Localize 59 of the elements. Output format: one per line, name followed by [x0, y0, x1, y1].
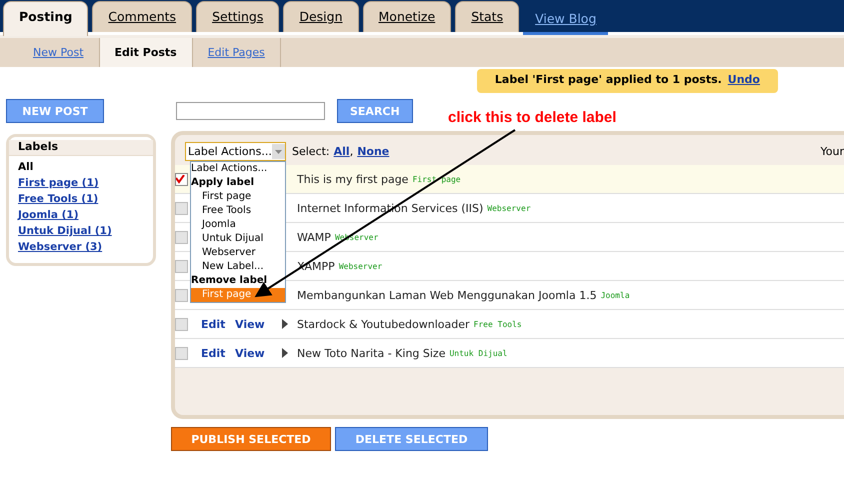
- checkbox[interactable]: [175, 172, 188, 186]
- annotation-text: click this to delete label: [448, 109, 616, 126]
- menu-item[interactable]: Joomla: [191, 218, 285, 232]
- view-link[interactable]: View: [235, 318, 265, 330]
- label-link[interactable]: Untuk Dijual (1): [18, 223, 144, 239]
- checkbox[interactable]: [175, 230, 188, 244]
- menu-group-header: Apply label: [191, 176, 256, 190]
- checkbox[interactable]: [175, 202, 188, 214]
- menu-item[interactable]: Label Actions...: [191, 162, 285, 176]
- subtab[interactable]: Edit Pages: [192, 38, 281, 67]
- undo-link[interactable]: Undo: [728, 73, 760, 89]
- select-none-link[interactable]: None: [357, 145, 390, 158]
- tab[interactable]: Posting: [3, 1, 88, 36]
- post-label: Free Tools: [474, 320, 522, 328]
- notice-text: Label 'First page' applied to 1 posts.: [494, 73, 722, 88]
- menu-group-header: Remove label: [191, 274, 268, 288]
- menu-item[interactable]: Untuk Dijual: [191, 232, 285, 246]
- menu-item[interactable]: Free Tools: [191, 204, 285, 218]
- labels-title: Labels: [9, 140, 153, 156]
- post-title: New Toto Narita - King Size: [297, 346, 446, 360]
- post-label: Untuk Dijual: [449, 348, 508, 358]
- menu-item[interactable]: Webserver: [191, 246, 285, 260]
- expand-triangle-icon[interactable]: [282, 348, 288, 358]
- post-title: Stardock & Youtubedownloader: [297, 318, 470, 330]
- post-label: Joomla: [600, 290, 630, 300]
- dropdown-caret-icon: [272, 144, 285, 159]
- checkbox[interactable]: [175, 318, 188, 330]
- select-label: Select:: [292, 145, 330, 158]
- tab[interactable]: Stats: [455, 1, 520, 32]
- select-all-link[interactable]: All: [334, 145, 350, 158]
- menu-item[interactable]: First page: [191, 190, 285, 204]
- label-actions-dropdown[interactable]: Label Actions...: [185, 142, 286, 161]
- post-label: First page: [412, 174, 461, 184]
- label-link[interactable]: Joomla (1): [18, 207, 144, 223]
- label-link[interactable]: First page (1): [18, 175, 144, 191]
- comma-separator: ,: [350, 145, 354, 158]
- search-field[interactable]: [176, 102, 325, 120]
- tab[interactable]: Design: [283, 1, 359, 32]
- label-link[interactable]: Free Tools (1): [18, 191, 144, 207]
- label-link[interactable]: All: [18, 159, 144, 175]
- subtab[interactable]: Edit Posts: [100, 38, 193, 67]
- checkbox[interactable]: [175, 346, 188, 360]
- label-link[interactable]: Webserver (3): [18, 239, 144, 255]
- column-3-text: Your: [820, 145, 844, 158]
- post-label: Webserver: [487, 204, 531, 212]
- menu-item[interactable]: New Label...: [191, 260, 285, 274]
- edit-link[interactable]: Edit: [201, 346, 226, 360]
- post-title: WAMP: [297, 230, 331, 244]
- post-title: Membangunkan Laman Web Menggunakan Joomla 1.5: [297, 288, 597, 302]
- checkbox[interactable]: [175, 260, 188, 272]
- checkbox[interactable]: [175, 288, 188, 302]
- tab[interactable]: Comments: [92, 1, 192, 32]
- tab[interactable]: Monetize: [362, 1, 452, 32]
- view-link[interactable]: View: [235, 346, 265, 360]
- tab[interactable]: Settings: [196, 1, 280, 32]
- expand-triangle-icon[interactable]: [282, 319, 288, 329]
- edit-link[interactable]: Edit: [201, 318, 226, 330]
- post-title: This is my first page: [297, 172, 408, 186]
- post-label: Webserver: [338, 262, 382, 270]
